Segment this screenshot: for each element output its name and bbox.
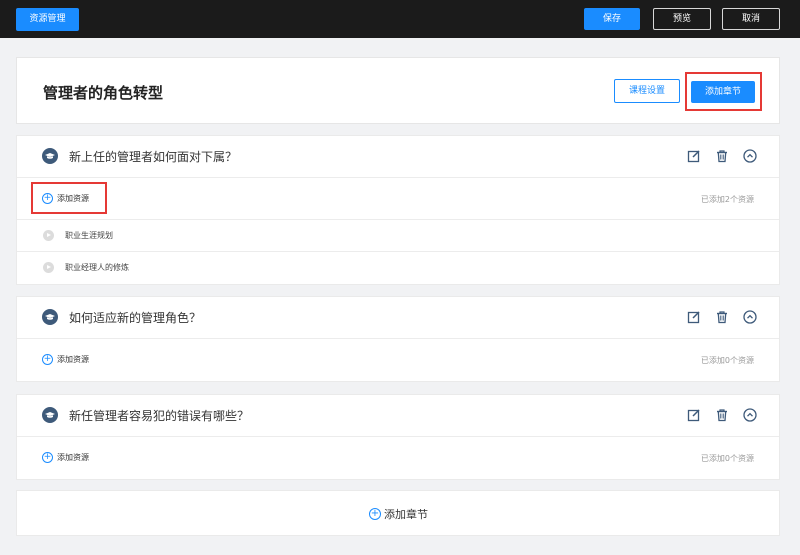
play-icon [43, 230, 54, 241]
course-header: 管理者的角色转型 课程设置 添加章节 [16, 57, 780, 124]
resource-title: 职业生涯规划 [65, 231, 113, 240]
resource-item[interactable]: 职业生涯规划 [17, 220, 779, 252]
add-chapter-bar: + 添加章节 [16, 490, 780, 536]
add-chapter-label: 添加章节 [384, 508, 428, 521]
cancel-button[interactable]: 取消 [722, 8, 780, 30]
chapter-header: 新上任的管理者如何面对下属？ [17, 136, 779, 178]
edit-icon[interactable] [687, 149, 701, 163]
chapter-title: 如何适应新的管理角色？ [69, 311, 202, 325]
chapter-card: 新任管理者容易犯的错误有哪些？ + 添加资源 已添加0个资源 [16, 394, 780, 480]
chapter-card: 如何适应新的管理角色？ + 添加资源 已添加0个资源 [16, 296, 780, 382]
chapter-header: 新任管理者容易犯的错误有哪些？ [17, 395, 779, 437]
add-resource-label: 添加资源 [57, 355, 89, 364]
chapter-header: 如何适应新的管理角色？ [17, 297, 779, 339]
chapter-card: 新上任的管理者如何面对下属？ + 添加资源 已添加2个资源 职业生涯规划 职业经… [16, 135, 780, 285]
graduation-cap-icon [42, 309, 58, 325]
plus-circle-icon: + [42, 193, 53, 204]
chevron-up-icon[interactable] [743, 408, 757, 422]
resource-management-button[interactable]: 资源管理 [16, 8, 79, 31]
edit-icon[interactable] [687, 310, 701, 324]
plus-circle-icon: + [42, 354, 53, 365]
chapter-title: 新任管理者容易犯的错误有哪些？ [69, 409, 250, 423]
add-resource-row: + 添加资源 已添加2个资源 [17, 178, 779, 220]
add-resource-label: 添加资源 [57, 194, 89, 203]
play-icon [43, 262, 54, 273]
preview-button[interactable]: 预览 [653, 8, 711, 30]
graduation-cap-icon [42, 148, 58, 164]
add-chapter-button[interactable]: 添加章节 [691, 81, 755, 103]
graduation-cap-icon [42, 407, 58, 423]
add-resource-row: + 添加资源 已添加0个资源 [17, 339, 779, 381]
resource-count: 已添加0个资源 [700, 356, 754, 365]
add-chapter-bottom-button[interactable]: + 添加章节 [369, 506, 428, 522]
save-button[interactable]: 保存 [584, 8, 640, 30]
add-resource-button[interactable]: + 添加资源 [42, 354, 89, 365]
add-resource-button[interactable]: + 添加资源 [42, 452, 89, 463]
course-settings-button[interactable]: 课程设置 [614, 79, 680, 103]
resource-title: 职业经理人的修炼 [65, 263, 129, 272]
resource-item[interactable]: 职业经理人的修炼 [17, 252, 779, 284]
top-bar: 资源管理 保存 预览 取消 [0, 0, 800, 38]
chevron-up-icon[interactable] [743, 149, 757, 163]
edit-icon[interactable] [687, 408, 701, 422]
trash-icon[interactable] [715, 149, 729, 163]
add-resource-button[interactable]: + 添加资源 [42, 193, 89, 204]
add-resource-row: + 添加资源 已添加0个资源 [17, 437, 779, 479]
resource-count: 已添加2个资源 [700, 195, 754, 204]
page-title: 管理者的角色转型 [43, 84, 164, 102]
chevron-up-icon[interactable] [743, 310, 757, 324]
plus-circle-icon: + [369, 508, 381, 520]
trash-icon[interactable] [715, 310, 729, 324]
add-resource-label: 添加资源 [57, 453, 89, 462]
chapter-title: 新上任的管理者如何面对下属？ [69, 150, 238, 164]
resource-count: 已添加0个资源 [700, 454, 754, 463]
trash-icon[interactable] [715, 408, 729, 422]
plus-circle-icon: + [42, 452, 53, 463]
